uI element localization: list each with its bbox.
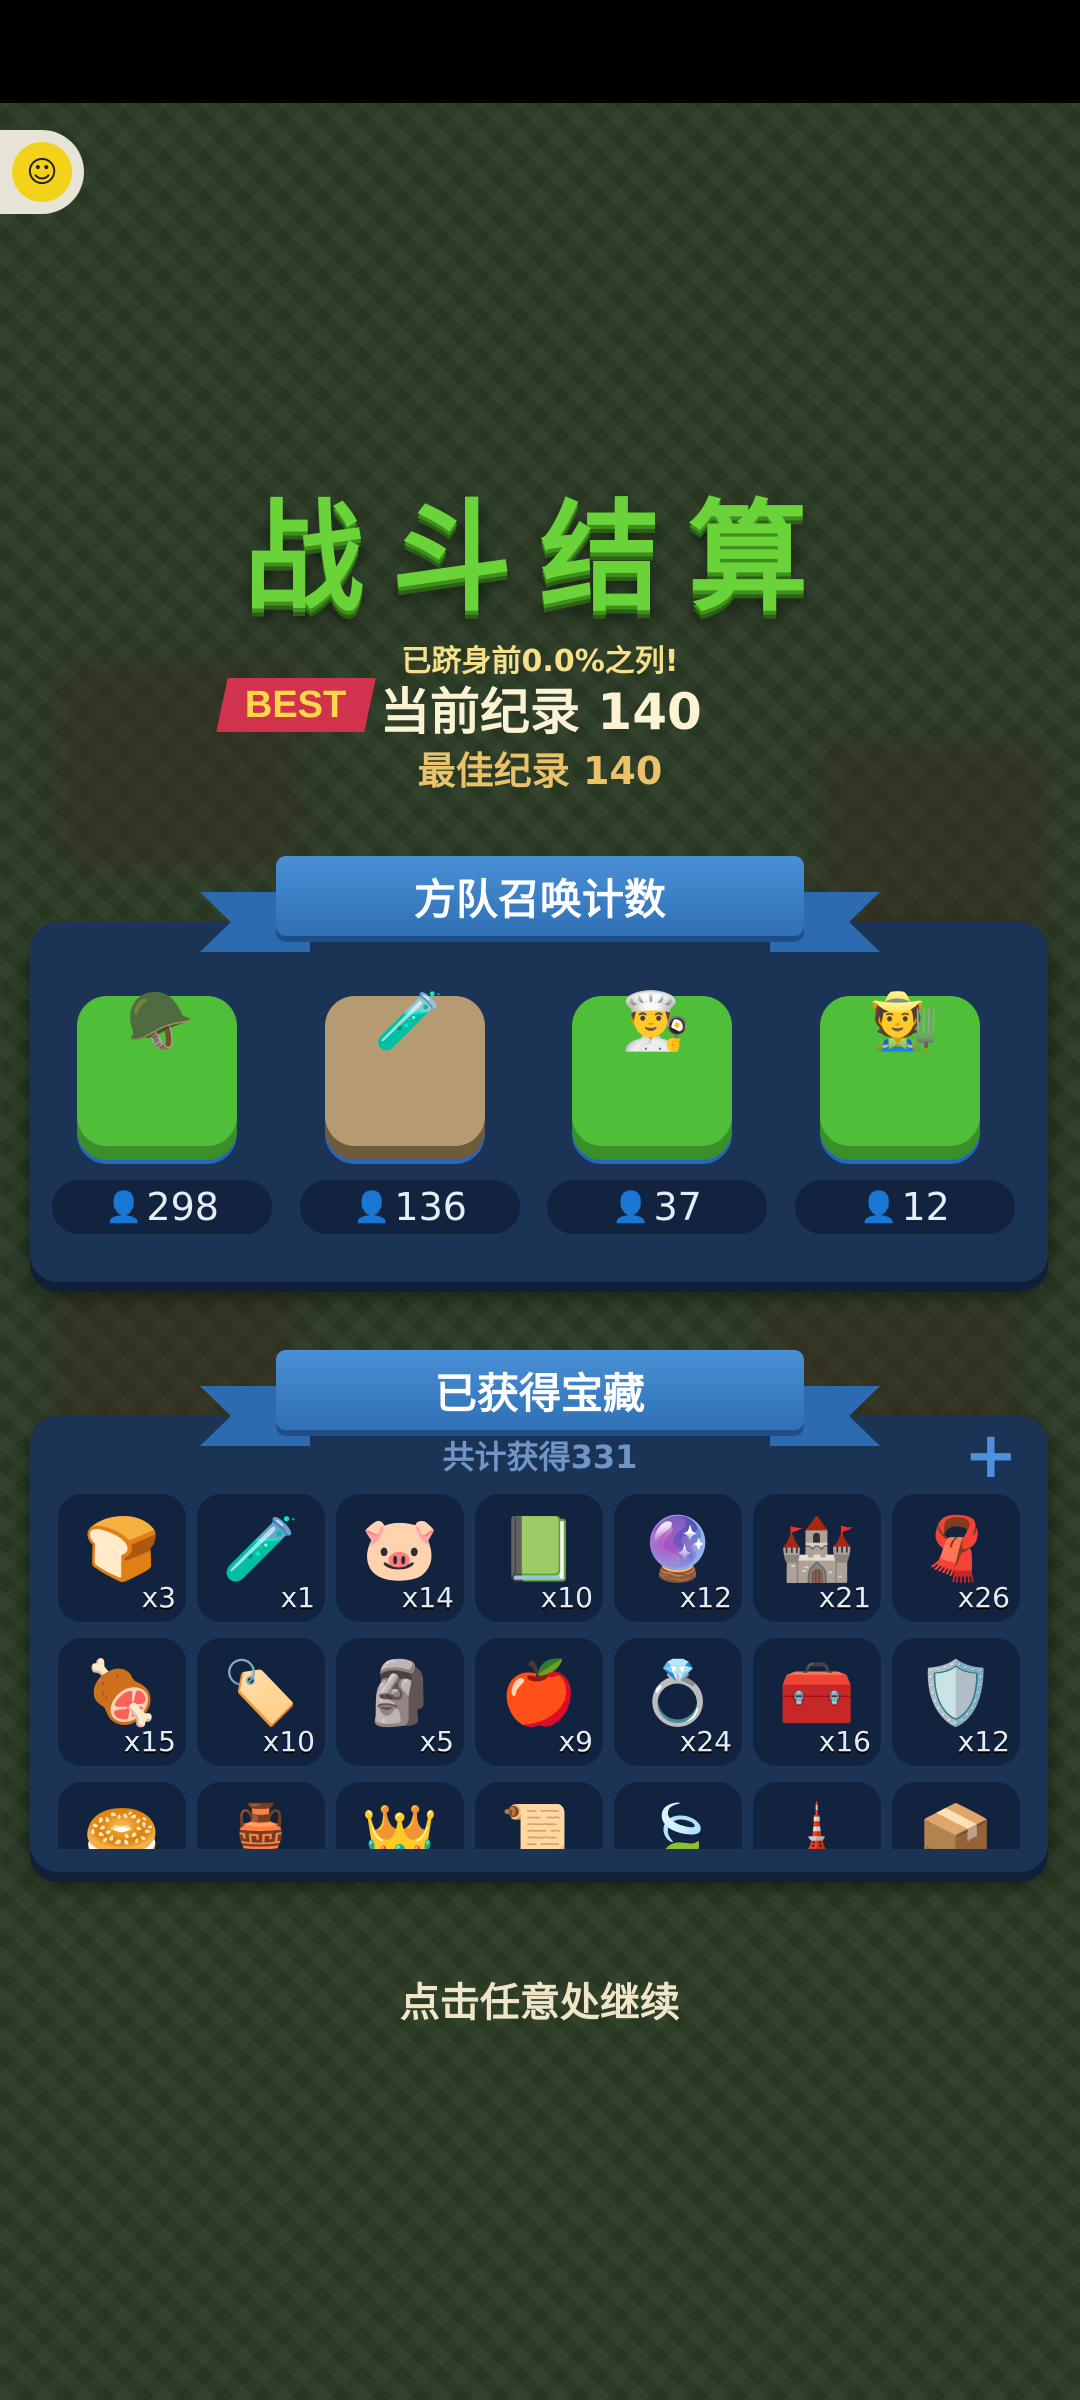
treasure-qty: x10 bbox=[540, 1581, 593, 1614]
page-title: 战斗结算 bbox=[244, 489, 836, 628]
treasure-qty: x3 bbox=[141, 1581, 176, 1614]
treasure-item[interactable]: 🐷 x14 bbox=[336, 1494, 464, 1622]
squad-panel-title: 方队召唤计数 bbox=[276, 856, 804, 936]
squad-summon-panel: 🪖 👤 298 🧪 👤 136 👨‍🍳 👤 37 🧑‍🌾 👤 12 bbox=[30, 922, 1048, 1282]
troop-count-value: 136 bbox=[394, 1185, 467, 1229]
treasure-grid[interactable]: 🍞 x3 🧪 x1 🐷 x14 📗 x10 🔮 x12 🏰 x21 🧣 x26 🍖 x15 🏷️ x10 🗿 x5 🍎 x… bbox=[58, 1494, 1028, 1849]
best-record: 最佳纪录 140 bbox=[417, 749, 663, 793]
leaf-icon: 🍃 bbox=[639, 1800, 717, 1849]
treasure-qty: x9 bbox=[558, 1725, 593, 1758]
treasure-qty: x12 bbox=[679, 1581, 732, 1614]
treasure-qty: x5 bbox=[419, 1725, 454, 1758]
treasure-item[interactable]: 🧰 x16 bbox=[753, 1638, 881, 1766]
tap-to-continue[interactable]: 点击任意处继续 bbox=[0, 1970, 1080, 2028]
treasure-qty: x26 bbox=[957, 1581, 1010, 1614]
treasure-total: 共计获得331 bbox=[442, 1438, 638, 1476]
treasure-item[interactable]: 🧪 x1 bbox=[197, 1494, 325, 1622]
treasure-qty: x10 bbox=[262, 1725, 315, 1758]
farmer-icon: 🧑‍🌾 bbox=[869, 989, 939, 1054]
status-bar bbox=[0, 0, 1080, 103]
box-icon: 📦 bbox=[917, 1800, 995, 1849]
crown-helmet-icon: 👑 bbox=[361, 1800, 439, 1849]
treasure-item[interactable]: 💍 x24 bbox=[614, 1638, 742, 1766]
document-icon: 📜 bbox=[500, 1800, 578, 1849]
alchemist-icon: 🧪 bbox=[374, 989, 444, 1054]
treasure-item[interactable]: 🍞 x3 bbox=[58, 1494, 186, 1622]
treasure-item[interactable]: 👑 bbox=[336, 1782, 464, 1849]
treasure-item[interactable]: 🍃 bbox=[614, 1782, 742, 1849]
treasure-item[interactable]: 📜 bbox=[475, 1782, 603, 1849]
treasure-item[interactable]: 🏰 x21 bbox=[753, 1494, 881, 1622]
buns-icon: 🥯 bbox=[83, 1800, 161, 1849]
treasure-qty: x12 bbox=[957, 1725, 1010, 1758]
treasure-qty: x21 bbox=[818, 1581, 871, 1614]
treasure-item[interactable]: 🔮 x12 bbox=[614, 1494, 742, 1622]
knight-icon: 🪖 bbox=[126, 989, 196, 1054]
current-record: 当前纪录 140 bbox=[380, 683, 702, 741]
treasure-qty: x1 bbox=[280, 1581, 315, 1614]
treasure-panel-title: 已获得宝藏 bbox=[276, 1350, 804, 1430]
troop-count: 👤 12 bbox=[795, 1180, 1015, 1234]
assistant-face-icon: ☺ bbox=[12, 142, 72, 202]
treasure-item[interactable]: 🏷️ x10 bbox=[197, 1638, 325, 1766]
treasure-qty: x24 bbox=[679, 1725, 732, 1758]
treasure-qty: x16 bbox=[818, 1725, 871, 1758]
treasure-item[interactable]: 🗿 x5 bbox=[336, 1638, 464, 1766]
troop-count: 👤 136 bbox=[300, 1180, 520, 1234]
treasure-qty: x15 bbox=[123, 1725, 176, 1758]
treasure-item[interactable]: 📦 bbox=[892, 1782, 1020, 1849]
treasure-item[interactable]: 🛡️ x12 bbox=[892, 1638, 1020, 1766]
treasure-item[interactable]: 🏺 bbox=[197, 1782, 325, 1849]
chef-icon: 👨‍🍳 bbox=[621, 989, 691, 1054]
treasure-qty: x14 bbox=[401, 1581, 454, 1614]
treasure-item[interactable]: 🥯 bbox=[58, 1782, 186, 1849]
troop-count: 👤 298 bbox=[52, 1180, 272, 1234]
vase-icon: 🏺 bbox=[222, 1800, 300, 1849]
treasure-item[interactable]: 📗 x10 bbox=[475, 1494, 603, 1622]
expand-plus-button[interactable]: + bbox=[964, 1424, 1018, 1488]
treasure-item[interactable]: 🗼 bbox=[753, 1782, 881, 1849]
tower-icon: 🗼 bbox=[778, 1800, 856, 1849]
treasure-item[interactable]: 🍎 x9 bbox=[475, 1638, 603, 1766]
person-icon: 👤 bbox=[105, 1189, 143, 1225]
squad-panel-ribbon: 方队召唤计数 bbox=[200, 856, 880, 956]
troop-count-value: 12 bbox=[901, 1185, 950, 1229]
person-icon: 👤 bbox=[860, 1189, 898, 1225]
troop-count-value: 37 bbox=[653, 1185, 702, 1229]
person-icon: 👤 bbox=[353, 1189, 391, 1225]
assistant-float-button[interactable]: ☺ bbox=[0, 130, 84, 214]
troop-count-value: 298 bbox=[146, 1185, 219, 1229]
person-icon: 👤 bbox=[612, 1189, 650, 1225]
treasure-item[interactable]: 🍖 x15 bbox=[58, 1638, 186, 1766]
troop-count: 👤 37 bbox=[547, 1180, 767, 1234]
treasure-item[interactable]: 🧣 x26 bbox=[892, 1494, 1020, 1622]
best-badge: BEST bbox=[216, 678, 376, 732]
